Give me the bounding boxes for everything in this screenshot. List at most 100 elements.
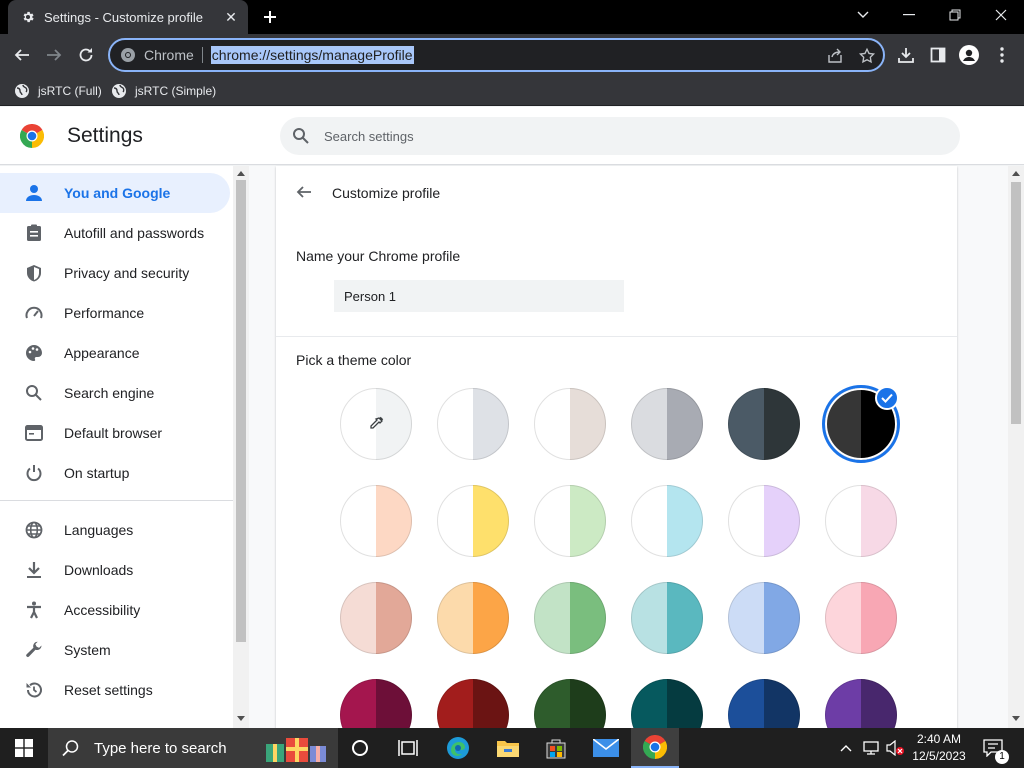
scroll-down-icon[interactable] (237, 716, 245, 722)
theme-color-option[interactable] (825, 485, 897, 557)
theme-color-option[interactable] (631, 485, 703, 557)
sidebar-item-system[interactable]: System (0, 630, 230, 670)
minimize-button[interactable] (886, 0, 932, 30)
notifications-icon[interactable]: 1 (980, 728, 1009, 768)
network-icon[interactable] (860, 728, 882, 768)
theme-color-option[interactable] (631, 582, 703, 654)
sidebar-item-reset[interactable]: Reset settings (0, 670, 230, 710)
bookmark-item[interactable]: jsRTC (Simple) (111, 82, 216, 100)
close-window-button[interactable] (978, 0, 1024, 30)
theme-color-option[interactable] (340, 582, 412, 654)
scroll-down-icon[interactable] (1012, 716, 1020, 722)
theme-color-option[interactable] (728, 388, 800, 460)
search-settings-field[interactable]: Search settings (280, 117, 960, 155)
more-menu-icon[interactable] (992, 45, 1012, 65)
volume-muted-icon[interactable] (884, 728, 906, 768)
task-view-icon[interactable] (384, 728, 432, 768)
theme-color-option[interactable] (340, 485, 412, 557)
tab-search-icon[interactable] (840, 0, 886, 30)
taskbar-search-box[interactable]: Type here to search (48, 728, 338, 768)
swatch-right-half (667, 485, 703, 557)
theme-color-option[interactable] (728, 582, 800, 654)
swatch-left-half (437, 485, 473, 557)
sidebar-item-label: Downloads (64, 562, 134, 578)
theme-color-option[interactable] (534, 582, 606, 654)
omnibox-url[interactable]: chrome://settings/manageProfile (210, 46, 414, 64)
sidebar-item-label: Privacy and security (64, 265, 190, 281)
theme-color-option[interactable] (534, 485, 606, 557)
start-button[interactable] (0, 728, 48, 768)
omnibox[interactable]: Chrome chrome://settings/manageProfile (108, 38, 885, 72)
download-icon[interactable] (896, 45, 916, 65)
windows-logo-icon (15, 739, 33, 757)
swatch-right-half (764, 485, 800, 557)
swatch-right-half (764, 388, 800, 460)
sidebar-item-languages[interactable]: Languages (0, 510, 230, 550)
side-panel-icon[interactable] (928, 45, 948, 65)
show-hidden-icons[interactable] (838, 728, 854, 768)
restore-button[interactable] (932, 0, 978, 30)
sidebar-item-accessibility[interactable]: Accessibility (0, 590, 230, 630)
bookmark-item[interactable]: jsRTC (Full) (14, 82, 102, 100)
sidebar-item-label: You and Google (64, 185, 171, 201)
swatch-left-half (437, 582, 473, 654)
omnibox-separator (201, 47, 203, 63)
clock-time: 2:40 AM (916, 732, 962, 746)
scroll-up-icon[interactable] (237, 170, 245, 176)
theme-color-option[interactable] (437, 582, 509, 654)
theme-color-option[interactable] (534, 388, 606, 460)
sidebar-item-privacy[interactable]: Privacy and security (0, 253, 230, 293)
search-placeholder: Search settings (324, 128, 414, 144)
search-icon (24, 383, 44, 403)
sidebar-item-default-browser[interactable]: Default browser (0, 413, 230, 453)
edge-icon[interactable] (434, 728, 482, 768)
panel-title: Customize profile (332, 185, 441, 201)
sidebar-item-downloads[interactable]: Downloads (0, 550, 230, 590)
sidebar-item-performance[interactable]: Performance (0, 293, 230, 333)
back-arrow-icon[interactable] (296, 184, 316, 204)
sidebar-item-appearance[interactable]: Appearance (0, 333, 230, 373)
tab-settings[interactable]: Settings - Customize profile ✕ (8, 0, 248, 34)
share-icon[interactable] (826, 47, 844, 65)
main-scrollbar[interactable] (1008, 166, 1024, 728)
swatch-right-half (570, 485, 606, 557)
profile-name-input[interactable] (334, 280, 624, 312)
mail-icon[interactable] (582, 728, 630, 768)
custom-color-picker[interactable] (340, 388, 412, 460)
settings-content: You and Google Autofill and passwords Pr… (0, 166, 1024, 751)
main-scrollbar-thumb[interactable] (1011, 182, 1021, 424)
bookmark-star-icon[interactable] (858, 47, 876, 65)
sidebar-scrollbar-thumb[interactable] (236, 180, 246, 642)
microsoft-store-icon[interactable] (532, 728, 580, 768)
sidebar-scrollbar[interactable] (233, 166, 249, 728)
forward-button[interactable] (42, 43, 66, 67)
file-explorer-icon[interactable] (484, 728, 532, 768)
theme-color-option[interactable] (437, 388, 509, 460)
taskbar-clock[interactable]: 2:40 AM 12/5/2023 (906, 731, 972, 765)
cortana-icon[interactable] (336, 728, 384, 768)
sidebar-item-label: Reset settings (64, 682, 153, 698)
swatch-left-half (728, 485, 764, 557)
settings-sidebar: You and Google Autofill and passwords Pr… (0, 166, 233, 728)
sidebar-item-on-startup[interactable]: On startup (0, 453, 230, 493)
swatch-left-half (534, 582, 570, 654)
scroll-up-icon[interactable] (1012, 170, 1020, 176)
chrome-taskbar-icon[interactable] (631, 728, 679, 768)
sidebar-item-autofill[interactable]: Autofill and passwords (0, 213, 230, 253)
swatch-right-half (570, 388, 606, 460)
close-tab-icon[interactable]: ✕ (220, 6, 242, 28)
theme-color-option[interactable] (631, 388, 703, 460)
reload-button[interactable] (74, 43, 98, 67)
swatch-right-half (861, 485, 897, 557)
globe-icon (24, 520, 44, 540)
theme-color-option[interactable] (825, 582, 897, 654)
back-button[interactable] (10, 43, 34, 67)
bookmark-label: jsRTC (Full) (38, 84, 102, 98)
sidebar-item-you-and-google[interactable]: You and Google (0, 173, 230, 213)
new-tab-button[interactable] (258, 6, 282, 28)
profile-avatar-icon[interactable] (959, 45, 979, 65)
sidebar-item-search-engine[interactable]: Search engine (0, 373, 230, 413)
theme-color-option[interactable] (437, 485, 509, 557)
search-icon (62, 740, 79, 757)
theme-color-option[interactable] (728, 485, 800, 557)
